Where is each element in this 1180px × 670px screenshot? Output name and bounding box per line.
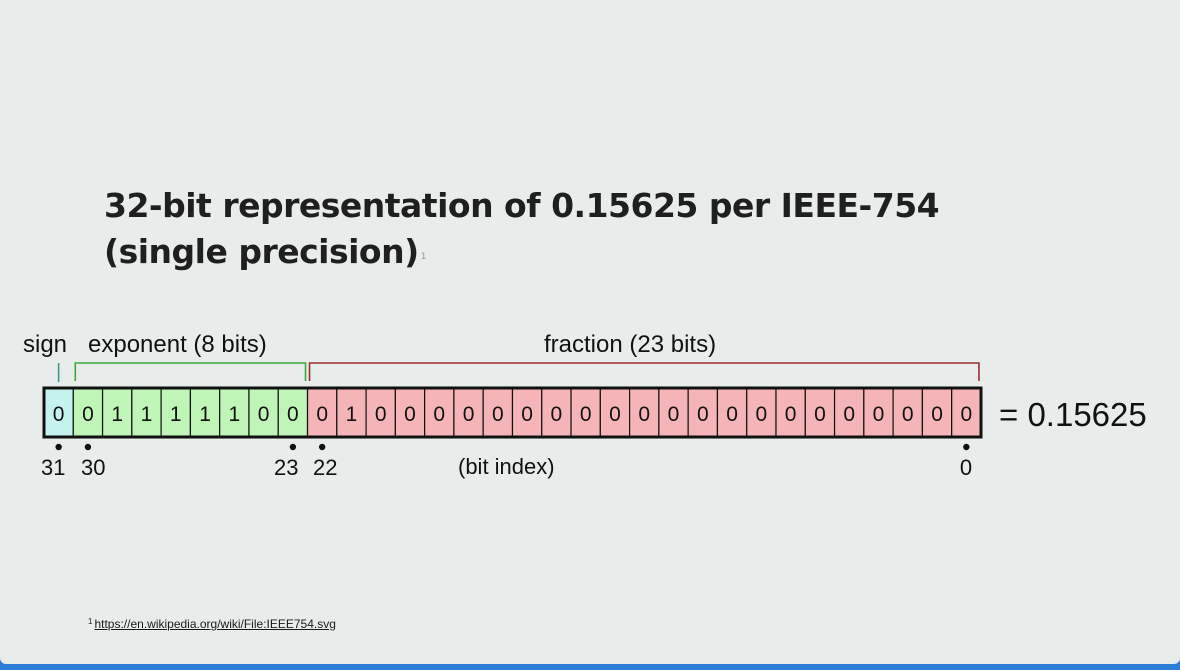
bit-value-21: 1 bbox=[346, 403, 358, 426]
bit-value-18: 0 bbox=[433, 403, 445, 426]
bit-value-26: 1 bbox=[199, 403, 211, 426]
bit-value-29: 1 bbox=[111, 403, 123, 426]
segment-brackets bbox=[57, 362, 980, 382]
bit-value-24: 0 bbox=[258, 403, 270, 426]
ieee754-bit-diagram: sign exponent (8 bits) fraction (23 bits… bbox=[23, 331, 1147, 480]
bit-value-15: 0 bbox=[521, 403, 533, 426]
bit-value-2: 0 bbox=[902, 403, 914, 426]
bit-index-31: 31 bbox=[41, 455, 65, 480]
footnote-mark: 1 bbox=[88, 617, 93, 626]
slide: 32-bit representation of 0.15625 per IEE… bbox=[0, 0, 1180, 664]
bit-value-0: 0 bbox=[960, 403, 972, 426]
bit-index-dot-0 bbox=[963, 443, 970, 451]
bit-value-19: 0 bbox=[404, 403, 416, 426]
sign-label: sign bbox=[23, 331, 67, 358]
bit-value-11: 0 bbox=[638, 403, 650, 426]
bit-index-dot-22 bbox=[318, 443, 326, 451]
bit-value-10: 0 bbox=[668, 403, 680, 426]
bit-value-6: 0 bbox=[785, 403, 797, 426]
bit-cells: 00111110001000000000000000000000 bbox=[43, 387, 982, 438]
taskbar-strip bbox=[0, 664, 1180, 670]
bit-value-25: 1 bbox=[228, 403, 240, 426]
bit-value-4: 0 bbox=[843, 403, 855, 426]
bit-value-13: 0 bbox=[580, 403, 592, 426]
bit-value-5: 0 bbox=[814, 403, 826, 426]
bit-value-7: 0 bbox=[756, 403, 768, 426]
footnote: 1 https://en.wikipedia.org/wiki/File:IEEE… bbox=[88, 617, 336, 631]
bit-value-14: 0 bbox=[551, 403, 563, 426]
bit-value-22: 0 bbox=[316, 403, 328, 426]
fraction-label: fraction (23 bits) bbox=[544, 331, 716, 358]
exponent-bracket bbox=[74, 362, 307, 381]
bit-index-23: 23 bbox=[274, 455, 298, 480]
bit-index-dot-30 bbox=[84, 443, 92, 451]
bit-value-12: 0 bbox=[609, 403, 621, 426]
bit-value-8: 0 bbox=[726, 403, 738, 426]
bit-index-22: 22 bbox=[313, 455, 337, 480]
bit-value-16: 0 bbox=[492, 403, 504, 426]
bit-value-30: 0 bbox=[82, 403, 94, 426]
exponent-label: exponent (8 bits) bbox=[88, 331, 267, 358]
bit-index-0: 0 bbox=[960, 455, 972, 480]
bit-value-27: 1 bbox=[170, 403, 182, 426]
bit-index-dot-31 bbox=[55, 443, 62, 451]
footnote-link[interactable]: https://en.wikipedia.org/wiki/File:IEEE7… bbox=[94, 617, 335, 631]
bit-index-30: 30 bbox=[81, 455, 105, 480]
bit-value-9: 0 bbox=[697, 403, 709, 426]
bit-value-1: 0 bbox=[931, 403, 943, 426]
bit-index-dot-23 bbox=[289, 443, 297, 451]
bit-value-23: 0 bbox=[287, 403, 299, 426]
bit-value-3: 0 bbox=[873, 403, 885, 426]
bit-value-17: 0 bbox=[463, 403, 475, 426]
bit-value-28: 1 bbox=[141, 403, 153, 426]
bit-index-label: (bit index) bbox=[458, 454, 555, 479]
bit-value-31: 0 bbox=[53, 403, 65, 426]
bit-value-20: 0 bbox=[375, 403, 387, 426]
fraction-bracket bbox=[308, 362, 980, 381]
equals-value: = 0.15625 bbox=[999, 396, 1147, 433]
